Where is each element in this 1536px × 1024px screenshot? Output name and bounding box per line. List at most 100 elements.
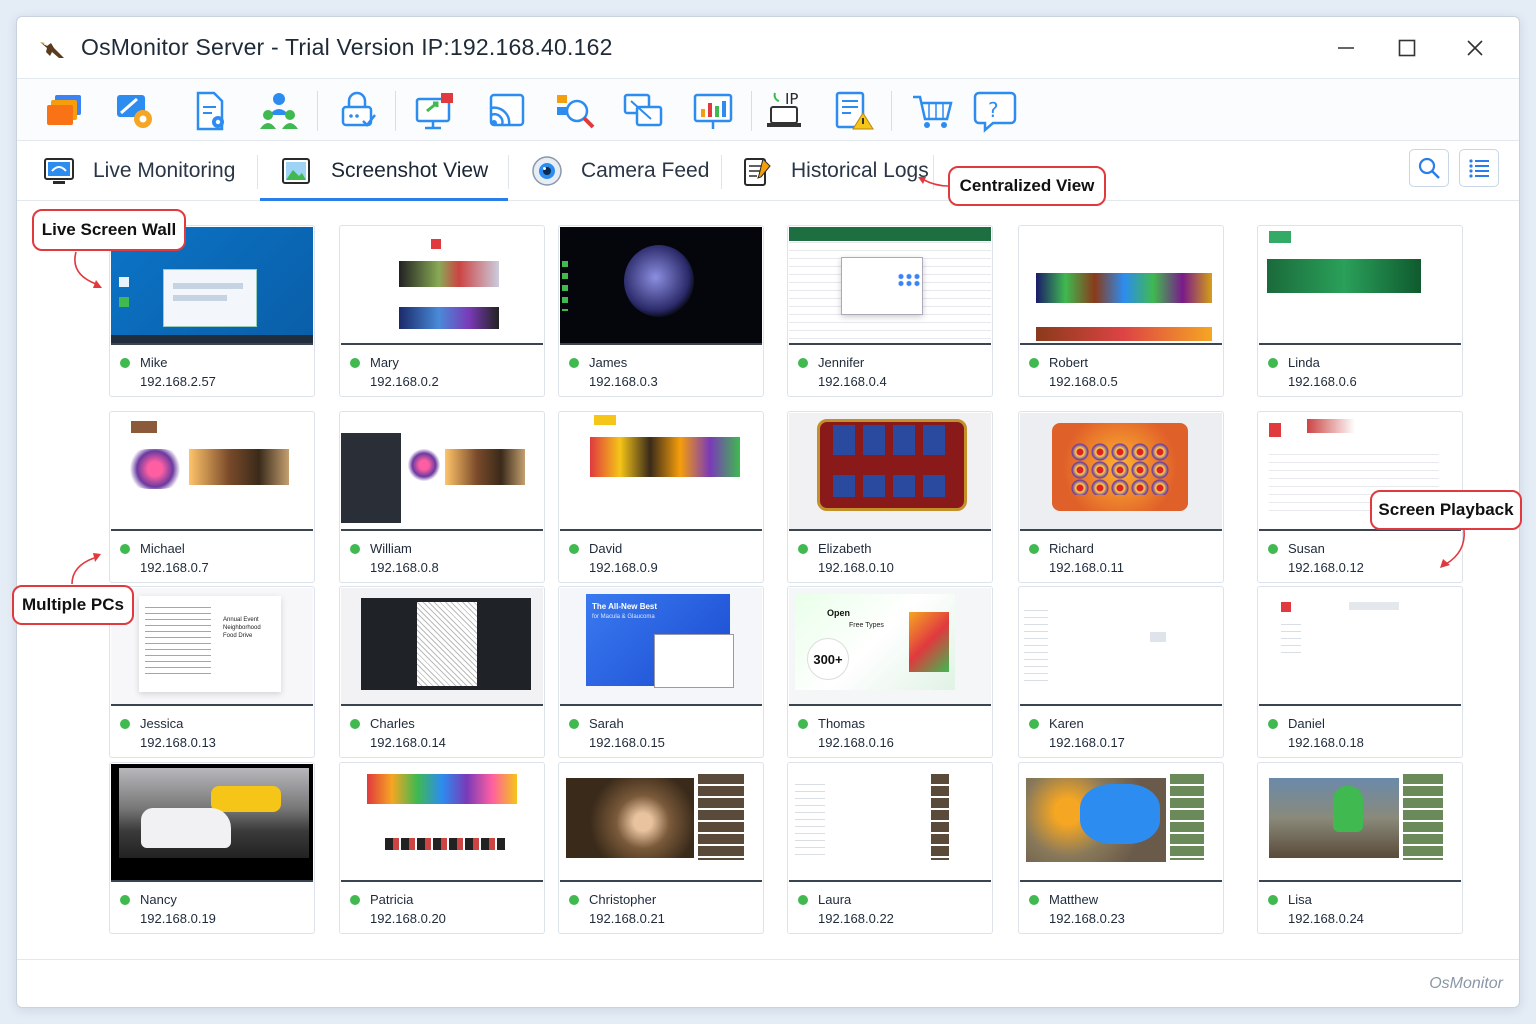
pc-screenshot-card[interactable]: Patricia 192.168.0.20 bbox=[339, 762, 545, 934]
online-status-icon bbox=[798, 719, 808, 729]
eagle-logo-icon bbox=[40, 42, 64, 58]
pc-screenshot-card[interactable]: Michael 192.168.0.7 bbox=[109, 411, 315, 583]
minimize-button[interactable] bbox=[1324, 31, 1368, 65]
pc-screenshot-card[interactable]: Laura 192.168.0.22 bbox=[787, 762, 993, 934]
screenshot-thumbnail[interactable] bbox=[789, 227, 991, 345]
screenshot-thumbnail[interactable] bbox=[789, 764, 991, 882]
broadcast-icon[interactable] bbox=[483, 89, 527, 133]
online-status-icon bbox=[120, 358, 130, 368]
pc-user-name: Sarah bbox=[589, 716, 624, 731]
pc-ip-address: 192.168.0.17 bbox=[1049, 735, 1125, 750]
pc-screenshot-card[interactable]: Christopher 192.168.0.21 bbox=[558, 762, 764, 934]
pc-screenshot-card[interactable]: Nancy 192.168.0.19 bbox=[109, 762, 315, 934]
tab-label: Live Monitoring bbox=[93, 159, 236, 182]
ip-monitor-icon[interactable]: IP bbox=[765, 89, 809, 133]
magic-settings-icon[interactable] bbox=[113, 89, 157, 133]
callout-multiple-pcs: Multiple PCs bbox=[12, 585, 134, 625]
screenshot-thumbnail[interactable] bbox=[1259, 764, 1461, 882]
screenshot-thumbnail[interactable] bbox=[341, 764, 543, 882]
pc-screenshot-card[interactable]: Robert 192.168.0.5 bbox=[1018, 225, 1224, 397]
screenshot-thumbnail[interactable] bbox=[789, 413, 991, 531]
pc-user-name: Matthew bbox=[1049, 892, 1099, 907]
pc-screenshot-card[interactable]: Open Free Types 300+ Thomas 192.168.0.16 bbox=[787, 586, 993, 758]
screenshot-thumbnail[interactable] bbox=[341, 413, 543, 531]
screenshot-thumbnail[interactable] bbox=[341, 227, 543, 345]
remote-desktop-icon[interactable] bbox=[413, 89, 457, 133]
pc-user-name: Patricia bbox=[370, 892, 414, 907]
thumb-caption: 300+ bbox=[807, 638, 849, 680]
pc-ip-address: 192.168.0.16 bbox=[818, 735, 894, 750]
windows-stack-icon[interactable] bbox=[43, 89, 87, 133]
tab-separator bbox=[257, 155, 258, 189]
tab-screenshot-view[interactable]: Screenshot View bbox=[281, 141, 488, 201]
screenshot-thumbnail[interactable] bbox=[560, 764, 762, 882]
search-analyze-icon[interactable] bbox=[553, 89, 597, 133]
pc-screenshot-card[interactable]: Richard 192.168.0.11 bbox=[1018, 411, 1224, 583]
screenshot-thumbnail[interactable]: Annual Event Neighborhood Food Drive bbox=[111, 588, 313, 706]
online-status-icon bbox=[569, 358, 579, 368]
pc-screenshot-card[interactable]: Charles 192.168.0.14 bbox=[339, 586, 545, 758]
screenshot-thumbnail[interactable]: The All-New Best for Macula & Glaucoma bbox=[560, 588, 762, 706]
toolbar-separator bbox=[751, 91, 752, 131]
screenshot-thumbnail[interactable] bbox=[1259, 588, 1461, 706]
screens-icon[interactable] bbox=[621, 89, 665, 133]
pc-screenshot-card[interactable]: Daniel 192.168.0.18 bbox=[1257, 586, 1463, 758]
pc-screenshot-card[interactable]: Jennifer 192.168.0.4 bbox=[787, 225, 993, 397]
screenshot-thumbnail[interactable]: Open Free Types 300+ bbox=[789, 588, 991, 706]
maximize-button[interactable] bbox=[1385, 31, 1429, 65]
screenshot-thumbnail[interactable] bbox=[1020, 588, 1222, 706]
tab-live-monitoring[interactable]: Live Monitoring bbox=[43, 141, 235, 201]
pc-screenshot-card[interactable]: Matthew 192.168.0.23 bbox=[1018, 762, 1224, 934]
screenshot-thumbnail[interactable] bbox=[1020, 227, 1222, 345]
callout-centralized-view: Centralized View bbox=[948, 166, 1106, 206]
tab-camera-feed[interactable]: Camera Feed bbox=[531, 141, 709, 201]
screenshot-thumbnail[interactable] bbox=[560, 413, 762, 531]
cart-icon[interactable] bbox=[911, 89, 955, 133]
pc-ip-address: 192.168.0.14 bbox=[370, 735, 446, 750]
pc-screenshot-card[interactable]: The All-New Best for Macula & Glaucoma Sar… bbox=[558, 586, 764, 758]
close-button[interactable] bbox=[1453, 31, 1497, 65]
list-view-button[interactable] bbox=[1459, 149, 1499, 187]
screenshot-thumbnail[interactable] bbox=[560, 227, 762, 345]
pc-user-name: Mike bbox=[140, 355, 168, 370]
pc-screenshot-card[interactable]: David 192.168.0.9 bbox=[558, 411, 764, 583]
screenshot-thumbnail[interactable] bbox=[1020, 764, 1222, 882]
pc-screenshot-card[interactable]: Lisa 192.168.0.24 bbox=[1257, 762, 1463, 934]
screenshot-thumbnail[interactable] bbox=[111, 764, 313, 882]
thumb-caption: for Macula & Glaucoma bbox=[592, 614, 655, 620]
screenshot-thumbnail[interactable] bbox=[111, 413, 313, 531]
lock-check-icon[interactable] bbox=[335, 89, 379, 133]
screenshot-thumbnail[interactable] bbox=[341, 588, 543, 706]
pc-screenshot-card[interactable]: Linda 192.168.0.6 bbox=[1257, 225, 1463, 397]
monitor-chart-icon[interactable] bbox=[691, 89, 735, 133]
pc-screenshot-card[interactable]: Annual Event Neighborhood Food Drive Jess… bbox=[109, 586, 315, 758]
help-icon[interactable]: ? bbox=[973, 89, 1017, 133]
online-status-icon bbox=[350, 358, 360, 368]
log-warning-icon[interactable] bbox=[831, 89, 875, 133]
pc-screenshot-card[interactable]: William 192.168.0.8 bbox=[339, 411, 545, 583]
pc-user-name: Elizabeth bbox=[818, 541, 872, 556]
camera-icon bbox=[532, 156, 562, 186]
pc-screenshot-card[interactable]: James 192.168.0.3 bbox=[558, 225, 764, 397]
pc-user-name: Robert bbox=[1049, 355, 1089, 370]
online-status-icon bbox=[569, 895, 579, 905]
logbook-icon bbox=[744, 158, 771, 186]
pc-screenshot-card[interactable]: Elizabeth 192.168.0.10 bbox=[787, 411, 993, 583]
users-icon[interactable] bbox=[257, 89, 301, 133]
pc-screenshot-card[interactable]: Mary 192.168.0.2 bbox=[339, 225, 545, 397]
callout-arrow bbox=[918, 177, 949, 187]
tab-historical-logs[interactable]: Historical Logs bbox=[741, 141, 929, 201]
document-settings-icon[interactable] bbox=[188, 89, 232, 133]
online-status-icon bbox=[1268, 895, 1278, 905]
tab-label: Historical Logs bbox=[791, 159, 929, 182]
pc-ip-address: 192.168.0.9 bbox=[589, 560, 658, 575]
screenshot-thumbnail[interactable] bbox=[1259, 227, 1461, 345]
online-status-icon bbox=[350, 719, 360, 729]
pc-user-name: Karen bbox=[1049, 716, 1084, 731]
screenshot-thumbnail[interactable] bbox=[1020, 413, 1222, 531]
pc-user-name: Jennifer bbox=[818, 355, 865, 370]
tab-separator bbox=[721, 155, 722, 189]
pc-screenshot-card[interactable]: Karen 192.168.0.17 bbox=[1018, 586, 1224, 758]
thumb-caption: Annual Event Neighborhood Food Drive bbox=[223, 617, 261, 639]
search-button[interactable] bbox=[1409, 149, 1449, 187]
